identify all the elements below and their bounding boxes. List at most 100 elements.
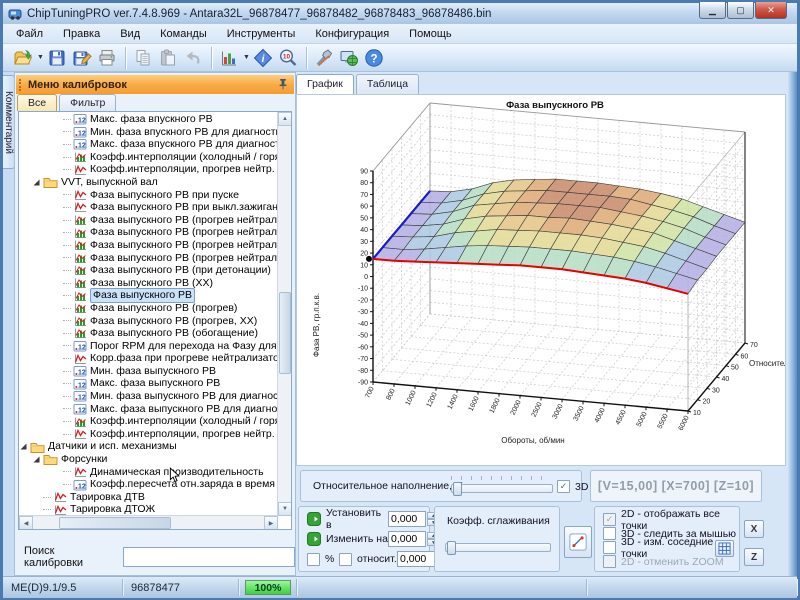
apply-change-button[interactable] [307, 532, 321, 546]
tree-item[interactable]: 12Мин. фаза впускного РВ для диагностики [19, 126, 278, 139]
apply-set-button[interactable] [307, 512, 321, 526]
tree-vertical-scrollbar[interactable]: ▲ ▼ [277, 112, 291, 516]
checkbox-1[interactable] [603, 527, 616, 540]
tree-item[interactable]: 12Мин. фаза выпускного РВ для диагностик… [19, 390, 278, 403]
set-value-spinner[interactable]: 0,000 ▲▼ [388, 511, 440, 527]
grid-edit-button[interactable] [715, 540, 734, 557]
tree-folder[interactable]: Датчики и исп. механизмы [19, 440, 278, 453]
fill-slider-ticks [451, 476, 551, 480]
smoothing-slider-thumb[interactable] [447, 541, 456, 555]
tree-item[interactable]: Коэфф.интерполяции (холодный / горячий ) [19, 151, 278, 164]
compare-charts-button[interactable] [217, 46, 241, 70]
save-as-button[interactable] [70, 46, 94, 70]
drag-grip[interactable] [19, 79, 24, 91]
tree-item[interactable]: Фаза выпускного РВ (прогрев) [19, 302, 278, 315]
tree-item[interactable]: 12Макс. фаза впускного РВ [19, 113, 278, 126]
tab-all[interactable]: Все [17, 94, 57, 111]
close-button[interactable]: ✕ [755, 2, 787, 19]
tree-item[interactable]: Фаза выпускного РВ (прогрев нейтрал., XX… [19, 252, 278, 265]
horizontal-scroll-thumb[interactable] [59, 517, 171, 529]
svg-text:50: 50 [360, 215, 368, 222]
info-button[interactable]: i [251, 46, 275, 70]
smoothing-slider[interactable] [445, 543, 551, 552]
tree-item[interactable]: Фаза выпускного РВ (прогрев, XX) [19, 315, 278, 328]
save-button[interactable] [45, 46, 69, 70]
tree-item[interactable]: 12Макс. фаза выпускного РВ для диагности… [19, 403, 278, 416]
pin-icon[interactable] [277, 78, 289, 90]
tree-item[interactable]: Фаза выпускного РВ (при детонации) [19, 264, 278, 277]
tree-folder[interactable]: VVT, выпускной вал [19, 176, 278, 189]
checkbox-relative[interactable] [339, 553, 352, 566]
checkbox-3d[interactable] [557, 480, 570, 493]
scroll-up-button[interactable]: ▲ [278, 112, 292, 126]
surface-chart[interactable]: 9080706050403020100-10-20-30-40-50-60-70… [297, 95, 785, 465]
z-axis-button[interactable]: Z [744, 548, 764, 566]
tree-item[interactable]: Фаза выпускного РВ (прогрев нейтрализато… [19, 214, 278, 227]
menu-item-0[interactable]: Файл [13, 26, 46, 42]
tree-item[interactable]: Фаза выпускного РВ (обогащение) [19, 327, 278, 340]
tree-folder[interactable]: Форсунки [19, 453, 278, 466]
print-button[interactable] [95, 46, 119, 70]
tree-item[interactable]: Динамическая производительность [19, 466, 278, 479]
tree-item[interactable]: 12Коэфф.пересчета отн.заряда в время впр… [19, 478, 278, 491]
set-value-field[interactable]: 0,000 [388, 511, 426, 527]
tree-item-label: Фаза выпускного РВ (прогрев нейтрал., хо… [90, 226, 278, 239]
tree-item-label: VVT, выпускной вал [61, 176, 158, 189]
change-value-spinner[interactable]: 0,000 ▲▼ [388, 531, 440, 547]
search-input[interactable] [123, 547, 295, 567]
tree-item[interactable]: Тарировка ДТВ [19, 491, 278, 504]
menu-item-6[interactable]: Помощь [406, 26, 455, 42]
checkbox-percent[interactable] [307, 553, 320, 566]
maximize-button[interactable]: ▢ [727, 2, 754, 19]
tab-filter[interactable]: Фильтр [59, 94, 116, 111]
menu-item-2[interactable]: Вид [117, 26, 143, 42]
expanded-node-arrow[interactable] [32, 178, 41, 187]
status-progress-cell: 100% [239, 579, 297, 596]
scroll-down-button[interactable]: ▼ [278, 502, 292, 516]
change-value-field[interactable]: 0,000 [388, 531, 426, 547]
tree-item[interactable]: Фаза выпускного РВ при выкл.зажигания [19, 201, 278, 214]
x-axis-button[interactable]: X [744, 520, 764, 538]
fill-slider-thumb[interactable] [453, 482, 462, 496]
compare-charts-dropdown-caret[interactable]: ▼ [242, 46, 251, 70]
tree-item-label: Фаза выпускного РВ (прогрев нейтрал., XX… [90, 239, 278, 252]
find-value-button[interactable]: 10 [276, 46, 300, 70]
scroll-left-button[interactable]: ◀ [19, 516, 33, 530]
checkbox-2[interactable] [603, 541, 616, 554]
open-file-button[interactable] [11, 46, 35, 70]
tree-item[interactable]: 12Макс. фаза выпускного РВ [19, 377, 278, 390]
expanded-node-arrow[interactable] [19, 442, 28, 451]
tree-item[interactable]: Фаза выпускного РВ (прогрев нейтрал., хо… [19, 226, 278, 239]
tree-horizontal-scrollbar[interactable]: ◀ ▶ [19, 515, 278, 529]
scroll-right-button[interactable]: ▶ [264, 516, 278, 530]
tools-button[interactable] [312, 46, 336, 70]
help-button[interactable]: ? [362, 46, 386, 70]
fill-slider[interactable] [451, 484, 553, 493]
calibration-panel-header[interactable]: Меню калибровок [16, 75, 294, 94]
tree-item[interactable]: 12Мин. фаза выпускного РВ [19, 365, 278, 378]
tree-item[interactable]: Коэфф.интерполяции, прогрев нейтр. (холо… [19, 163, 278, 176]
vertical-scroll-thumb[interactable] [279, 292, 291, 374]
tree-item[interactable]: 12Порог RPM для перехода на Фазу для реж… [19, 340, 278, 353]
tree-item[interactable]: Фаза выпускного РВ при пуске [19, 189, 278, 202]
tree-item-label: Корр.фаза при прогреве нейтрализатора [90, 352, 278, 365]
tree-item[interactable]: Коэфф.интерполяции (холодный / горячий ) [19, 415, 278, 428]
tree-item[interactable]: Фаза выпускного РВ [19, 289, 278, 302]
tree-item[interactable]: 12Макс. фаза впускного РВ для диагностик… [19, 138, 278, 151]
tab-table[interactable]: Таблица [356, 74, 419, 94]
menu-item-1[interactable]: Правка [60, 26, 103, 42]
title-bar[interactable]: ChipTuningPRO ver.7.4.8.969 - Antara32L_… [3, 3, 797, 24]
tree-item[interactable]: Фаза выпускного РВ (прогрев нейтрал., XX… [19, 239, 278, 252]
menu-item-3[interactable]: Команды [157, 26, 210, 42]
tab-graph[interactable]: График [296, 74, 354, 94]
expanded-node-arrow[interactable] [32, 455, 41, 464]
minimize-button[interactable]: ▁ [699, 2, 726, 19]
tree-item[interactable]: Коэфф.интерполяции, прогрев нейтр. (холо… [19, 428, 278, 441]
tree-item[interactable]: Корр.фаза при прогреве нейтрализатора [19, 352, 278, 365]
apply-smoothing-button[interactable] [564, 526, 592, 558]
menu-item-4[interactable]: Инструменты [224, 26, 299, 42]
relative-value-field[interactable]: 0,000 [397, 551, 435, 567]
menu-item-5[interactable]: Конфигурация [312, 26, 392, 42]
open-file-dropdown-caret[interactable]: ▼ [36, 46, 45, 70]
network-button[interactable] [337, 46, 361, 70]
